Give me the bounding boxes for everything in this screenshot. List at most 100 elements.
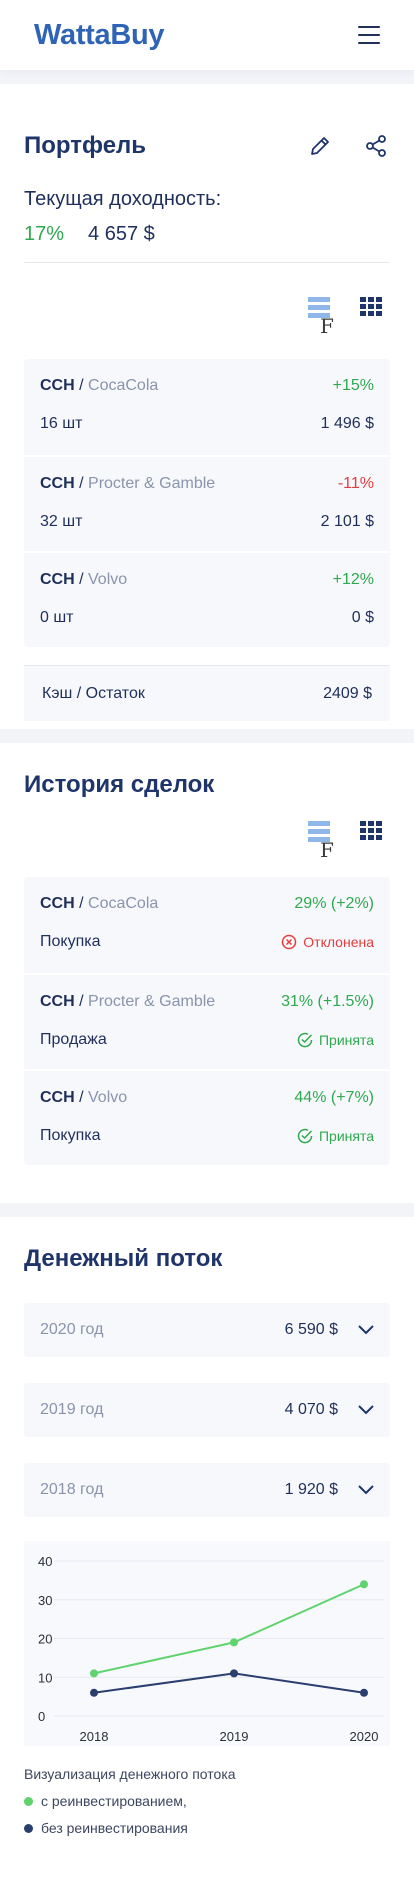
yield-amount: 4 657 $: [88, 223, 155, 245]
y-tick-label: 40: [38, 1554, 52, 1569]
ticker: CCH: [40, 377, 75, 394]
status-badge: Принята: [297, 1128, 374, 1144]
yield-values: 17% 4 657 $: [24, 223, 390, 263]
year-row-2020[interactable]: 2020 год 6 590 $: [24, 1303, 390, 1357]
legend-dot: [24, 1796, 33, 1806]
company-name: CocaCola: [88, 895, 159, 912]
data-point: [360, 1580, 368, 1589]
share-icon[interactable]: [362, 132, 390, 160]
x-tick-label: 2019: [220, 1729, 249, 1744]
company-name: Procter & Gamble: [88, 475, 216, 492]
status-text: Отклонена: [303, 934, 374, 950]
chart-legend: Визуализация денежного потока с реинвест…: [24, 1766, 390, 1836]
data-point: [90, 1669, 98, 1678]
edit-pencil-icon[interactable]: [306, 132, 334, 160]
portfolio-list: CCH / CocaCola +15% 16 шт 1 496 $ CCH / …: [24, 359, 390, 647]
cashflow-card: Денежный поток 2020 год 6 590 $ 2019 год…: [0, 1217, 414, 1901]
deal-type: Покупка: [40, 933, 101, 950]
year-row-2018[interactable]: 2018 год 1 920 $: [24, 1463, 390, 1517]
series-line-0: [93, 1583, 365, 1675]
svg-text:F: F: [320, 314, 334, 335]
change-percent: +15%: [332, 377, 374, 394]
y-tick-label: 30: [38, 1593, 52, 1608]
cash-label: Кэш / Остаток: [42, 684, 145, 702]
deal-result: 44% (+7%): [294, 1089, 374, 1106]
company-name: Procter & Gamble: [88, 993, 216, 1010]
yield-percent: 17%: [24, 223, 65, 245]
menu-icon[interactable]: [358, 26, 380, 44]
x-tick-label: 2020: [350, 1729, 379, 1744]
company-name: Volvo: [88, 571, 128, 588]
quantity: 32 шт: [40, 513, 83, 530]
chevron-down-icon[interactable]: [358, 1325, 374, 1335]
svg-text:F: F: [320, 838, 334, 859]
year-amount: 6 590 $: [284, 1321, 338, 1338]
ticker: CCH: [40, 571, 75, 588]
list-item[interactable]: CCH / Volvo +12% 0 шт 0 $: [24, 551, 390, 647]
legend-label: с реинвестированием,: [41, 1793, 187, 1809]
logo[interactable]: WattaBuy: [34, 19, 165, 52]
amount: 2 101 $: [320, 513, 374, 530]
quantity: 16 шт: [40, 415, 83, 432]
y-tick-label: 0: [38, 1709, 45, 1724]
company-name: Volvo: [88, 1089, 128, 1106]
yield-label: Текущая доходность:: [24, 188, 222, 210]
view-toggle: F: [24, 799, 390, 877]
cash-amount: 2409 $: [323, 684, 372, 702]
ticker: CCH: [40, 993, 75, 1010]
amount: 1 496 $: [320, 415, 374, 432]
ticker: CCH: [40, 1089, 75, 1106]
deal-type: Продажа: [40, 1031, 107, 1048]
chevron-down-icon[interactable]: [358, 1405, 374, 1415]
year-row-2019[interactable]: 2019 год 4 070 $: [24, 1383, 390, 1437]
legend-dot: [24, 1823, 33, 1833]
list-item[interactable]: CCH / Procter & Gamble 31% (+1.5%) Прода…: [24, 973, 390, 1069]
y-tick-label: 20: [38, 1632, 52, 1647]
status-text: Принята: [318, 1032, 374, 1048]
view-toggle: F: [24, 263, 390, 359]
accepted-icon: [297, 1032, 313, 1048]
ticker: CCH: [40, 475, 75, 492]
year-amount: 4 070 $: [284, 1401, 338, 1418]
list-item[interactable]: CCH / Volvo 44% (+7%) Покупка Принята: [24, 1069, 390, 1165]
deal-result: 29% (+2%): [294, 895, 374, 912]
rejected-icon: [282, 934, 297, 950]
x-tick-label: 2018: [80, 1729, 109, 1744]
history-card: История сделок F CCH / CocaCola 29% (+2%…: [0, 743, 414, 1203]
deal-type: Покупка: [40, 1127, 101, 1144]
year-amount: 1 920 $: [284, 1481, 338, 1498]
amount: 0 $: [351, 609, 374, 626]
list-view-icon[interactable]: F: [308, 297, 336, 340]
history-title: История сделок: [24, 771, 215, 798]
series-line-1: [93, 1672, 365, 1694]
status-text: Принята: [318, 1128, 374, 1144]
cash-row: Кэш / Остаток 2409 $: [24, 665, 390, 721]
change-percent: -11%: [337, 475, 374, 492]
y-tick-label: 10: [38, 1670, 52, 1685]
list-item[interactable]: CCH / Procter & Gamble -11% 32 шт 2 101 …: [24, 455, 390, 551]
cashflow-chart-svg: 0 10 20 30 40 2018 2019 2020: [38, 1554, 384, 1744]
list-item[interactable]: CCH / CocaCola 29% (+2%) Покупка Отклоне…: [24, 877, 390, 973]
deals-list: CCH / CocaCola 29% (+2%) Покупка Отклоне…: [24, 877, 390, 1165]
legend-item-no-reinvest: без реинвестирования: [24, 1820, 390, 1836]
app-header: WattaBuy: [0, 0, 414, 70]
change-percent: +12%: [332, 571, 374, 588]
accepted-icon: [297, 1128, 313, 1144]
data-point: [230, 1669, 238, 1678]
year-label: 2018 год: [40, 1481, 104, 1498]
portfolio-title: Портфель: [24, 132, 147, 159]
status-badge: Принята: [297, 1032, 374, 1048]
list-view-icon[interactable]: F: [308, 821, 336, 864]
legend-label: без реинвестирования: [41, 1820, 188, 1836]
quantity: 0 шт: [40, 609, 74, 626]
data-point: [230, 1638, 238, 1647]
company-name: CocaCola: [88, 377, 159, 394]
grid-view-icon[interactable]: [360, 297, 382, 322]
year-label: 2020 год: [40, 1321, 104, 1338]
portfolio-card: Портфель Текущая доходность: 17% 4 657 $…: [0, 84, 414, 729]
list-item[interactable]: CCH / CocaCola +15% 16 шт 1 496 $: [24, 359, 390, 455]
deal-result: 31% (+1.5%): [281, 993, 374, 1010]
data-point: [90, 1688, 98, 1697]
grid-view-icon[interactable]: [360, 821, 382, 846]
chevron-down-icon[interactable]: [358, 1485, 374, 1495]
